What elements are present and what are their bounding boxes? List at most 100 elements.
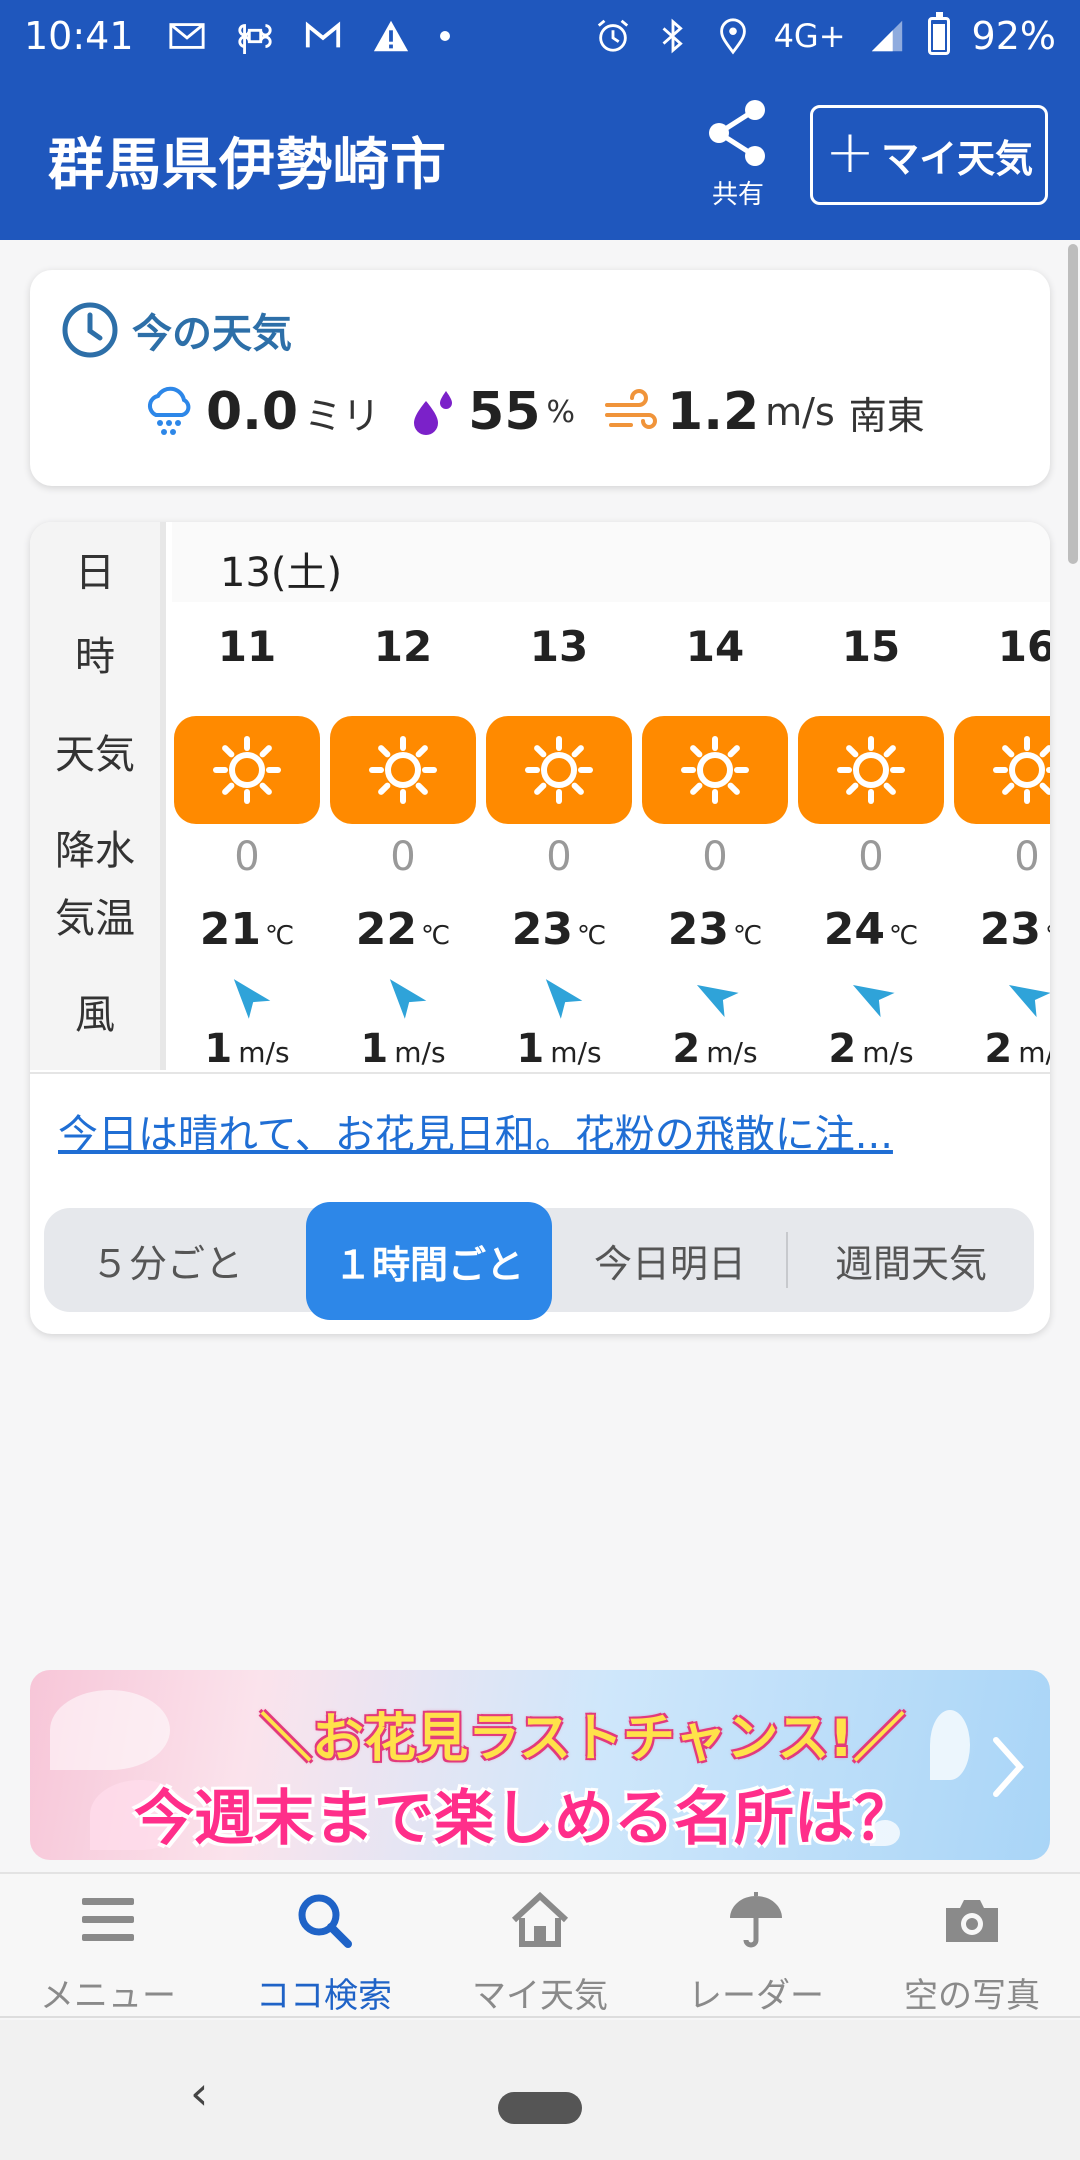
tab-today-tomorrow[interactable]: 今日明日 [556,1208,784,1312]
signal-icon [871,20,902,52]
forecast-hour: 16 [997,622,1050,671]
wind-direction-arrow-icon [852,985,895,1018]
nav-my-weather[interactable]: マイ天気 [432,1874,648,2020]
location-title: 群馬県伊勢崎市 [48,133,447,198]
current-weather-values: 0.0 ミリ 55 % 1.2 m/s 南東 [142,382,925,442]
interval-tabs: ５分ごと １時間ごと 今日明日 週間天気 [44,1202,1034,1320]
weather-cell-sunny [954,716,1050,824]
forecast-temp: 23℃ [511,904,607,955]
share-icon [709,100,765,166]
bottom-navigation: メニュー ココ検索 マイ天気 レーダー 空の写真 [0,1872,1080,2018]
rain-cloud-icon [147,386,191,435]
forecast-wind-speed: 2m/s [828,1026,914,1072]
forecast-hour-column: 15 0 24 ℃ 2 m/s [796,602,946,1072]
notification-dot [439,31,450,41]
weather-cell-sunny [642,716,788,824]
bluetooth-icon [662,18,683,54]
search-icon [298,1894,352,1948]
promo-banner[interactable]: ＼お花見ラストチャンス!／ 今週末まで楽しめる名所は？ [30,1670,1050,1860]
warning-icon [373,20,408,52]
forecast-precip: 0 [234,834,260,880]
forecast-hour: 13 [529,622,589,671]
tab-1hour[interactable]: １時間ごと [306,1202,552,1320]
precip-unit: ミリ [304,393,381,438]
forecast-hour-column: 11 0 21 ℃ 1 m/s [172,602,322,1072]
current-weather-title: 今の天気 [132,311,292,357]
nav-menu-label: メニュー [40,1976,176,2016]
nav-my-weather-label: マイ天気 [472,1976,608,2016]
network-type: 4G+ [773,17,846,55]
share-label: 共有 [711,180,764,210]
forecast-row-labels: 日 時 天気 降水 気温 風 [30,522,166,1070]
forecast-wind-speed: 2m/s [984,1026,1050,1072]
wind-speed-unit: m/s [765,390,835,434]
plus-icon: + [824,117,876,187]
forecast-precip: 0 [1014,834,1040,880]
status-bar: 10:41 4G+ 92% [0,0,1080,72]
wind-direction-arrow-icon [1008,985,1050,1018]
current-weather-heading: 今の天気 [60,300,292,360]
app-header: 群馬県伊勢崎市 共有 + マイ天気 [0,72,1080,240]
banner-subheadline: 今週末まで楽しめる名所は？ [134,1784,914,1854]
sun-icon [837,736,905,804]
forecast-temp: 21 ℃ [199,904,295,955]
home-icon [511,1891,569,1947]
forecast-temp: 23℃ [667,904,763,955]
forecast-hour-column: 14 0 23 ℃ 2 m/s [640,602,790,1072]
alarm-icon [597,19,628,52]
back-icon[interactable]: ‹ [190,2066,208,2120]
nav-radar[interactable]: レーダー [648,1874,864,2020]
forecast-comment-link[interactable]: 今日は晴れて、お花見日和。花粉の飛散に注... [58,1102,893,1160]
forecast-hour: 15 [841,622,901,671]
scrollbar[interactable] [1068,244,1078,564]
row-label-temp: 気温 [55,896,135,942]
forecast-wind-speed: 2m/s [672,1026,758,1072]
wind-speed-value: 1.2 [667,382,760,442]
wind-direction-arrow-icon [389,979,427,1019]
wind-direction: 南東 [848,393,925,438]
sun-icon [213,736,281,804]
petal-decoration [50,1690,170,1770]
nav-search[interactable]: ココ検索 [216,1874,432,2020]
forecast-precip: 0 [546,834,572,880]
banner-headline: ＼お花見ラストチャンス!／ [260,1709,906,1769]
row-label-hour: 時 [75,634,115,680]
nav-sky-photos-label: 空の写真 [904,1976,1040,2016]
weather-cell-sunny [330,716,476,824]
forecast-date: 13(土) [220,550,343,596]
forecast-hour-column: 13 0 23 ℃ 1 m/s [484,602,634,1072]
forecast-temp: 23℃ [979,904,1050,955]
nav-sky-photos[interactable]: 空の写真 [864,1874,1080,2020]
tab-5min[interactable]: ５分ごと [44,1208,290,1312]
forecast-hour-column: 16 0 23℃ 2m/s [952,602,1050,1072]
nav-menu[interactable]: メニュー [0,1874,216,2020]
hourly-forecast-card: 日 時 天気 降水 気温 風 13(土) 11 0 21 ℃ 1 m/s 12 0 22 ℃ 1 m/… [30,522,1050,1334]
menu-icon [82,1898,134,1941]
humidity-value: 55 [468,382,541,442]
home-gesture-pill[interactable] [498,2092,582,2124]
share-button[interactable]: 共有 [700,98,776,211]
wind-direction-arrow-icon [233,979,271,1019]
sun-icon [525,736,593,804]
weather-cell-sunny [486,716,632,824]
sun-icon [369,736,437,804]
forecast-precip: 0 [702,834,728,880]
sun-icon [681,736,749,804]
add-my-weather-button[interactable]: + マイ天気 [810,105,1048,205]
chevron-right-icon [993,1737,1025,1797]
battery-icon [927,12,950,55]
wind-icon [605,389,657,429]
add-my-weather-label: マイ天気 [881,136,1034,181]
nav-radar-label: レーダー [688,1976,824,2016]
forecast-hour-column: 12 0 22 ℃ 1 m/s [328,602,478,1072]
humidity-unit: % [546,394,576,430]
forecast-temp: 22 ℃ [355,904,451,955]
nav-search-label: ココ検索 [256,1976,392,2016]
row-label-weather: 天気 [55,732,135,778]
gmail-icon [305,21,340,48]
status-time: 10:41 [24,14,134,58]
battery-percent: 92% [971,14,1056,58]
tab-weekly[interactable]: 週間天気 [788,1208,1034,1312]
sun-icon [993,736,1050,804]
row-label-day: 日 [75,550,115,596]
